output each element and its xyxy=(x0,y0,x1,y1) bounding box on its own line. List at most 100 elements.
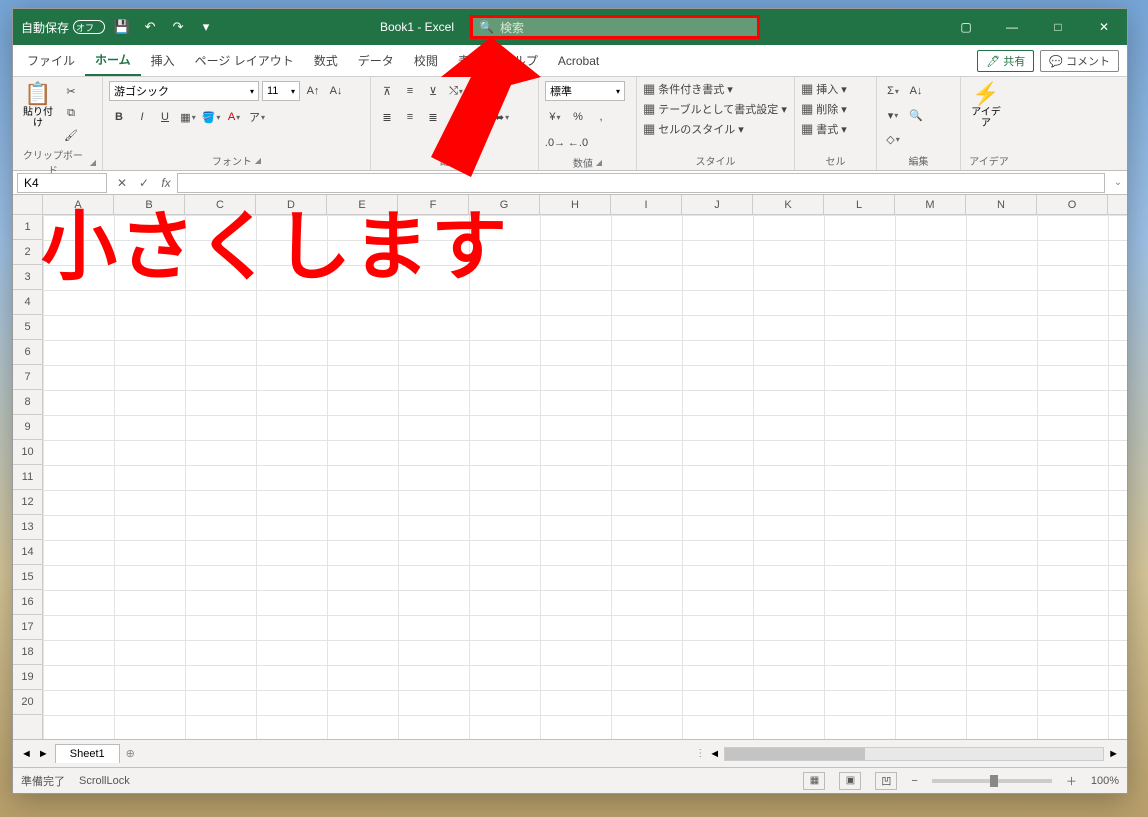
row-9[interactable]: 9 xyxy=(13,415,42,440)
zoom-slider[interactable] xyxy=(932,779,1052,783)
bold-button[interactable]: B xyxy=(109,107,129,127)
paste-button[interactable]: 📋 貼り付け xyxy=(19,81,57,129)
col-H[interactable]: H xyxy=(540,195,611,214)
ribbon-display-options-button[interactable]: ▢ xyxy=(943,9,989,45)
row-20[interactable]: 20 xyxy=(13,690,42,715)
font-dialog-launcher[interactable]: ◢ xyxy=(255,156,261,165)
borders-button[interactable]: ▦ xyxy=(178,107,198,127)
sheet-tab-1[interactable]: Sheet1 xyxy=(55,744,120,763)
tab-acrobat[interactable]: Acrobat xyxy=(548,48,609,74)
col-E[interactable]: E xyxy=(327,195,398,214)
comma-format-icon[interactable]: , xyxy=(591,107,611,127)
increase-decimal-icon[interactable]: .0→ xyxy=(545,133,565,153)
autosave-toggle[interactable]: 自動保存 オフ xyxy=(21,19,105,36)
add-sheet-button[interactable]: ⊕ xyxy=(126,747,135,760)
formula-input[interactable] xyxy=(177,173,1105,193)
format-painter-icon[interactable]: 🖌 xyxy=(61,125,81,145)
col-J[interactable]: J xyxy=(682,195,753,214)
undo-icon[interactable]: ↶ xyxy=(139,16,161,38)
row-17[interactable]: 17 xyxy=(13,615,42,640)
orientation-icon[interactable]: ⤭ xyxy=(446,81,466,101)
col-M[interactable]: M xyxy=(895,195,966,214)
accounting-format-icon[interactable]: ¥ xyxy=(545,107,565,127)
align-left-icon[interactable]: ≣ xyxy=(377,107,397,127)
col-G[interactable]: G xyxy=(469,195,540,214)
sheet-nav-prev[interactable]: ◄ xyxy=(21,748,32,760)
clipboard-dialog-launcher[interactable]: ◢ xyxy=(90,158,96,167)
phonetic-button[interactable]: ア xyxy=(247,107,267,127)
number-dialog-launcher[interactable]: ◢ xyxy=(596,158,602,167)
col-C[interactable]: C xyxy=(185,195,256,214)
sheet-nav-next[interactable]: ► xyxy=(38,748,49,760)
zoom-level[interactable]: 100% xyxy=(1091,775,1119,787)
row-12[interactable]: 12 xyxy=(13,490,42,515)
row-3[interactable]: 3 xyxy=(13,265,42,290)
row-4[interactable]: 4 xyxy=(13,290,42,315)
col-L[interactable]: L xyxy=(824,195,895,214)
tab-page-layout[interactable]: ページ レイアウト xyxy=(185,46,304,75)
row-11[interactable]: 11 xyxy=(13,465,42,490)
align-right-icon[interactable]: ≣ xyxy=(423,107,443,127)
hscroll-left[interactable]: ◄ xyxy=(709,748,720,760)
row-18[interactable]: 18 xyxy=(13,640,42,665)
ideas-button[interactable]: ⚡ アイデア xyxy=(967,81,1005,129)
col-N[interactable]: N xyxy=(966,195,1037,214)
tab-view[interactable]: 表示 xyxy=(448,46,492,75)
col-B[interactable]: B xyxy=(114,195,185,214)
minimize-button[interactable]: — xyxy=(989,9,1035,45)
align-middle-icon[interactable]: ≡ xyxy=(400,81,420,101)
row-10[interactable]: 10 xyxy=(13,440,42,465)
col-K[interactable]: K xyxy=(753,195,824,214)
row-8[interactable]: 8 xyxy=(13,390,42,415)
row-7[interactable]: 7 xyxy=(13,365,42,390)
indent-icon[interactable]: ⇥ xyxy=(469,107,489,127)
outdent-icon[interactable]: ⇤ xyxy=(446,107,466,127)
view-normal-icon[interactable]: ▦ xyxy=(803,772,825,790)
format-as-table-button[interactable]: ▦テーブルとして書式設定 ▾ xyxy=(643,101,787,117)
conditional-formatting-button[interactable]: ▦条件付き書式 ▾ xyxy=(643,81,733,97)
col-O[interactable]: O xyxy=(1037,195,1108,214)
find-select-icon[interactable]: 🔍 xyxy=(906,105,926,125)
fill-icon[interactable]: ▾ xyxy=(883,105,903,125)
cut-icon[interactable]: ✂ xyxy=(61,81,81,101)
view-page-layout-icon[interactable]: ▣ xyxy=(839,772,861,790)
maximize-button[interactable]: □ xyxy=(1035,9,1081,45)
qat-more-icon[interactable]: ▾ xyxy=(195,16,217,38)
insert-cells-button[interactable]: ▦挿入 ▾ xyxy=(801,81,847,97)
row-15[interactable]: 15 xyxy=(13,565,42,590)
tab-review[interactable]: 校閲 xyxy=(404,46,448,75)
align-bottom-icon[interactable]: ⊻ xyxy=(423,81,443,101)
view-page-break-icon[interactable]: 凹 xyxy=(875,772,897,790)
row-1[interactable]: 1 xyxy=(13,215,42,240)
clear-icon[interactable]: ◇ xyxy=(883,129,903,149)
col-I[interactable]: I xyxy=(611,195,682,214)
cell-styles-button[interactable]: ▦セルのスタイル ▾ xyxy=(643,121,744,137)
underline-button[interactable]: U xyxy=(155,107,175,127)
cancel-formula-icon[interactable]: ✕ xyxy=(111,176,133,190)
search-box[interactable]: 🔍 検索 xyxy=(470,15,760,39)
font-size-select[interactable]: 11▾ xyxy=(262,81,300,101)
tab-formulas[interactable]: 数式 xyxy=(304,46,348,75)
number-format-select[interactable]: 標準▾ xyxy=(545,81,625,101)
redo-icon[interactable]: ↷ xyxy=(167,16,189,38)
zoom-in-button[interactable]: ＋ xyxy=(1066,773,1077,789)
row-5[interactable]: 5 xyxy=(13,315,42,340)
sort-filter-icon[interactable]: A↓ xyxy=(906,81,926,101)
italic-button[interactable]: I xyxy=(132,107,152,127)
wrap-text-icon[interactable]: ↩ xyxy=(469,81,489,101)
row-6[interactable]: 6 xyxy=(13,340,42,365)
format-cells-button[interactable]: ▦書式 ▾ xyxy=(801,121,847,137)
hscroll-right[interactable]: ► xyxy=(1108,748,1119,760)
enter-formula-icon[interactable]: ✓ xyxy=(133,176,155,190)
row-2[interactable]: 2 xyxy=(13,240,42,265)
align-center-icon[interactable]: ≡ xyxy=(400,107,420,127)
decrease-font-icon[interactable]: A↓ xyxy=(326,81,346,101)
percent-format-icon[interactable]: % xyxy=(568,107,588,127)
autosum-icon[interactable]: Σ xyxy=(883,81,903,101)
merge-center-icon[interactable]: ⬌ xyxy=(492,107,512,127)
zoom-out-button[interactable]: − xyxy=(911,775,917,787)
row-13[interactable]: 13 xyxy=(13,515,42,540)
increase-font-icon[interactable]: A↑ xyxy=(303,81,323,101)
tab-home[interactable]: ホーム xyxy=(85,45,141,76)
tab-data[interactable]: データ xyxy=(348,46,404,75)
